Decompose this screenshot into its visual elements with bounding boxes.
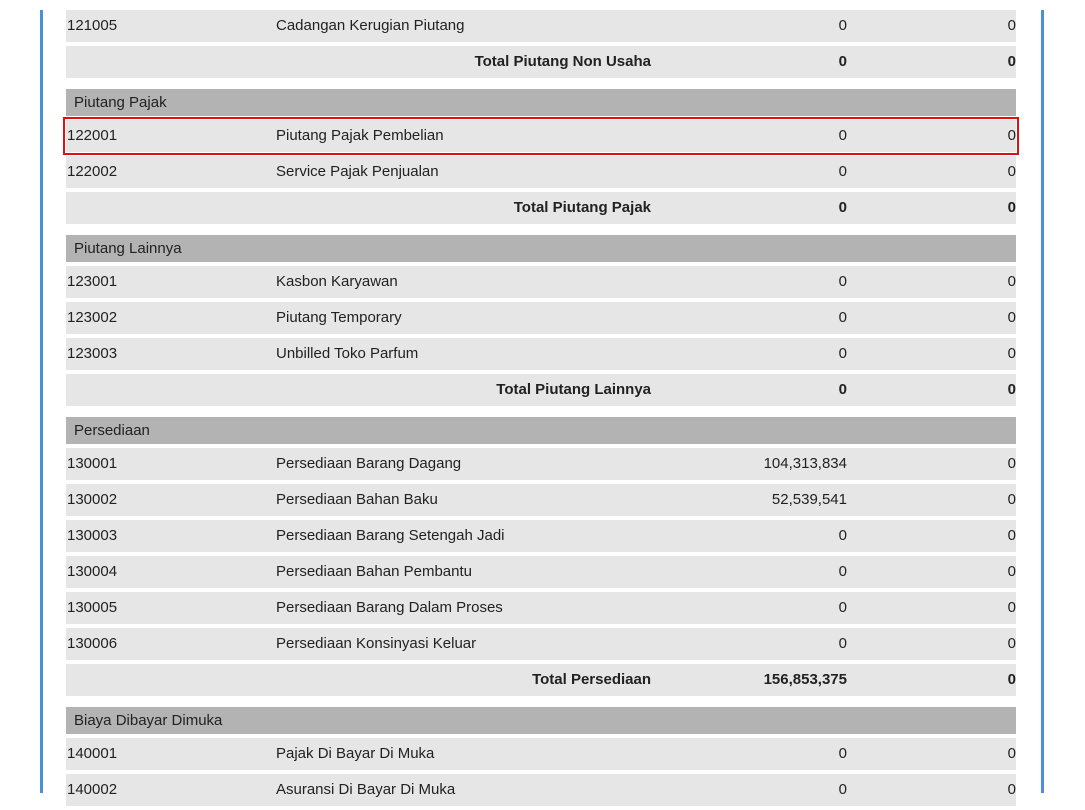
section-header: Biaya Dibayar Dimuka <box>66 707 1016 734</box>
total-amount-1: 0 <box>838 381 847 398</box>
amount-1: 104,313,834 <box>763 455 847 472</box>
amount-1: 0 <box>838 273 847 290</box>
account-row[interactable]: 130005 Persediaan Barang Dalam Proses 0 0 <box>66 592 1016 624</box>
account-row[interactable]: 130001 Persediaan Barang Dagang 104,313,83… <box>66 448 1016 480</box>
account-name: Cadangan Kerugian Piutang <box>276 17 465 34</box>
section-header: Piutang Pajak <box>66 89 1016 116</box>
amount-1: 0 <box>838 127 847 144</box>
amount-2: 0 <box>1007 309 1016 326</box>
total-label: Total Piutang Lainnya <box>496 381 651 398</box>
amount-1: 52,539,541 <box>771 491 847 508</box>
account-name: Service Pajak Penjualan <box>276 163 439 180</box>
amount-2: 0 <box>1007 127 1016 144</box>
amount-1: 0 <box>838 599 847 616</box>
account-row[interactable]: 130006 Persediaan Konsinyasi Keluar 0 0 <box>66 628 1016 660</box>
account-row[interactable]: 130003 Persediaan Barang Setengah Jadi 0 0 <box>66 520 1016 552</box>
total-row: Total Persediaan 156,853,375 0 <box>66 664 1016 696</box>
account-row[interactable]: 122002 Service Pajak Penjualan 0 0 <box>66 156 1016 188</box>
account-name: Piutang Temporary <box>276 309 402 326</box>
account-name: Persediaan Konsinyasi Keluar <box>276 635 477 652</box>
amount-2: 0 <box>1007 163 1016 180</box>
total-label: Total Piutang Pajak <box>513 199 651 216</box>
amount-2: 0 <box>1007 781 1016 798</box>
account-name: Pajak Di Bayar Di Muka <box>276 745 435 762</box>
account-code: 130004 <box>67 563 118 580</box>
balance-sheet-table: 121005 Cadangan Kerugian Piutang 0 0 Total P… <box>63 10 1019 810</box>
total-row: Total Piutang Lainnya 0 0 <box>66 374 1016 406</box>
amount-2: 0 <box>1007 491 1016 508</box>
total-amount-2: 0 <box>1007 381 1016 398</box>
account-name: Asuransi Di Bayar Di Muka <box>276 781 456 798</box>
amount-2: 0 <box>1007 345 1016 362</box>
account-code: 140001 <box>67 745 118 762</box>
amount-1: 0 <box>838 345 847 362</box>
account-name: Piutang Pajak Pembelian <box>276 127 444 144</box>
section-header-label: Piutang Pajak <box>74 94 167 111</box>
right-frame-border <box>1041 10 1044 793</box>
account-row[interactable]: 123002 Piutang Temporary 0 0 <box>66 302 1016 334</box>
account-code: 130003 <box>67 527 118 544</box>
amount-2: 0 <box>1007 17 1016 34</box>
section-header: Piutang Lainnya <box>66 235 1016 262</box>
left-frame-border <box>40 10 43 793</box>
total-row: Total Piutang Pajak 0 0 <box>66 192 1016 224</box>
account-row[interactable]: 140001 Pajak Di Bayar Di Muka 0 0 <box>66 738 1016 770</box>
total-amount-1: 0 <box>838 199 847 216</box>
section-header-label: Piutang Lainnya <box>74 240 182 257</box>
account-name: Persediaan Barang Dalam Proses <box>276 599 503 616</box>
amount-1: 0 <box>838 527 847 544</box>
section-header: Persediaan <box>66 417 1016 444</box>
total-amount-1: 0 <box>838 53 847 70</box>
amount-1: 0 <box>838 563 847 580</box>
amount-1: 0 <box>838 635 847 652</box>
account-code: 130005 <box>67 599 118 616</box>
account-row-highlighted[interactable]: 122001 Piutang Pajak Pembelian 0 0 <box>63 117 1019 155</box>
total-amount-1: 156,853,375 <box>763 671 847 688</box>
amount-1: 0 <box>838 745 847 762</box>
account-row[interactable]: 121005 Cadangan Kerugian Piutang 0 0 <box>66 10 1016 42</box>
amount-2: 0 <box>1007 273 1016 290</box>
total-amount-2: 0 <box>1007 671 1016 688</box>
account-code: 140002 <box>67 781 118 798</box>
account-name: Persediaan Barang Dagang <box>276 455 462 472</box>
account-row[interactable]: 123003 Unbilled Toko Parfum 0 0 <box>66 338 1016 370</box>
amount-2: 0 <box>1007 527 1016 544</box>
amount-1: 0 <box>838 781 847 798</box>
section-header-label: Persediaan <box>74 422 150 439</box>
amount-1: 0 <box>838 163 847 180</box>
account-name: Persediaan Bahan Pembantu <box>276 563 472 580</box>
section-header-label: Biaya Dibayar Dimuka <box>74 712 223 729</box>
account-code: 130001 <box>67 455 118 472</box>
amount-2: 0 <box>1007 563 1016 580</box>
account-code: 122002 <box>67 163 118 180</box>
account-row[interactable]: 130004 Persediaan Bahan Pembantu 0 0 <box>66 556 1016 588</box>
account-code: 123003 <box>67 345 118 362</box>
account-code: 123001 <box>67 273 118 290</box>
account-name: Persediaan Bahan Baku <box>276 491 438 508</box>
account-code: 123002 <box>67 309 118 326</box>
account-code: 122001 <box>67 127 118 144</box>
account-code: 121005 <box>67 17 118 34</box>
account-code: 130006 <box>67 635 118 652</box>
amount-1: 0 <box>838 17 847 34</box>
account-name: Unbilled Toko Parfum <box>276 345 419 362</box>
amount-2: 0 <box>1007 599 1016 616</box>
account-row[interactable]: 130002 Persediaan Bahan Baku 52,539,541 0 <box>66 484 1016 516</box>
amount-1: 0 <box>838 309 847 326</box>
total-amount-2: 0 <box>1007 199 1016 216</box>
total-amount-2: 0 <box>1007 53 1016 70</box>
amount-2: 0 <box>1007 635 1016 652</box>
account-name: Persediaan Barang Setengah Jadi <box>276 527 505 544</box>
account-row[interactable]: 140002 Asuransi Di Bayar Di Muka 0 0 <box>66 774 1016 806</box>
account-name: Kasbon Karyawan <box>276 273 398 290</box>
amount-2: 0 <box>1007 745 1016 762</box>
amount-2: 0 <box>1007 455 1016 472</box>
total-row: Total Piutang Non Usaha 0 0 <box>66 46 1016 78</box>
total-label: Total Piutang Non Usaha <box>474 53 651 70</box>
account-row[interactable]: 123001 Kasbon Karyawan 0 0 <box>66 266 1016 298</box>
total-label: Total Persediaan <box>532 671 651 688</box>
account-code: 130002 <box>67 491 118 508</box>
